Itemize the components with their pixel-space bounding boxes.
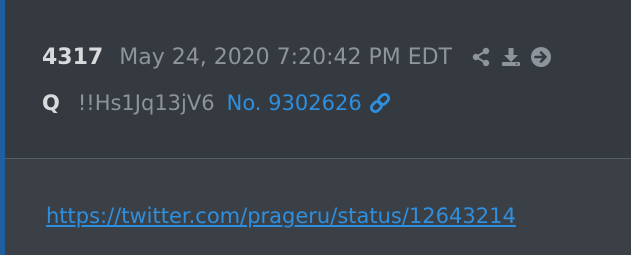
- post-meta-row: 4317 May 24, 2020 7:20:42 PM EDT: [42, 40, 554, 74]
- post-author: Q: [42, 91, 60, 115]
- post-accent-bar: [0, 0, 5, 255]
- post-timestamp: May 24, 2020 7:20:42 PM EDT: [119, 44, 452, 70]
- post-tripcode: !!Hs1Jq13jV6: [77, 91, 215, 115]
- post-header: [0, 0, 631, 158]
- download-icon[interactable]: [498, 44, 524, 70]
- link-icon[interactable]: [368, 90, 394, 116]
- share-icon[interactable]: [468, 44, 494, 70]
- q-post: 4317 May 24, 2020 7:20:42 PM EDT Q !!Hs1…: [0, 0, 631, 255]
- post-number: 4317: [42, 44, 104, 70]
- post-author-row: Q !!Hs1Jq13jV6 No. 9302626: [42, 86, 394, 120]
- arrow-circle-right-icon[interactable]: [528, 44, 554, 70]
- post-ref-link[interactable]: No. 9302626: [227, 91, 362, 115]
- post-divider: [5, 158, 631, 159]
- post-body-link[interactable]: https://twitter.com/prageru/status/12643…: [46, 204, 516, 228]
